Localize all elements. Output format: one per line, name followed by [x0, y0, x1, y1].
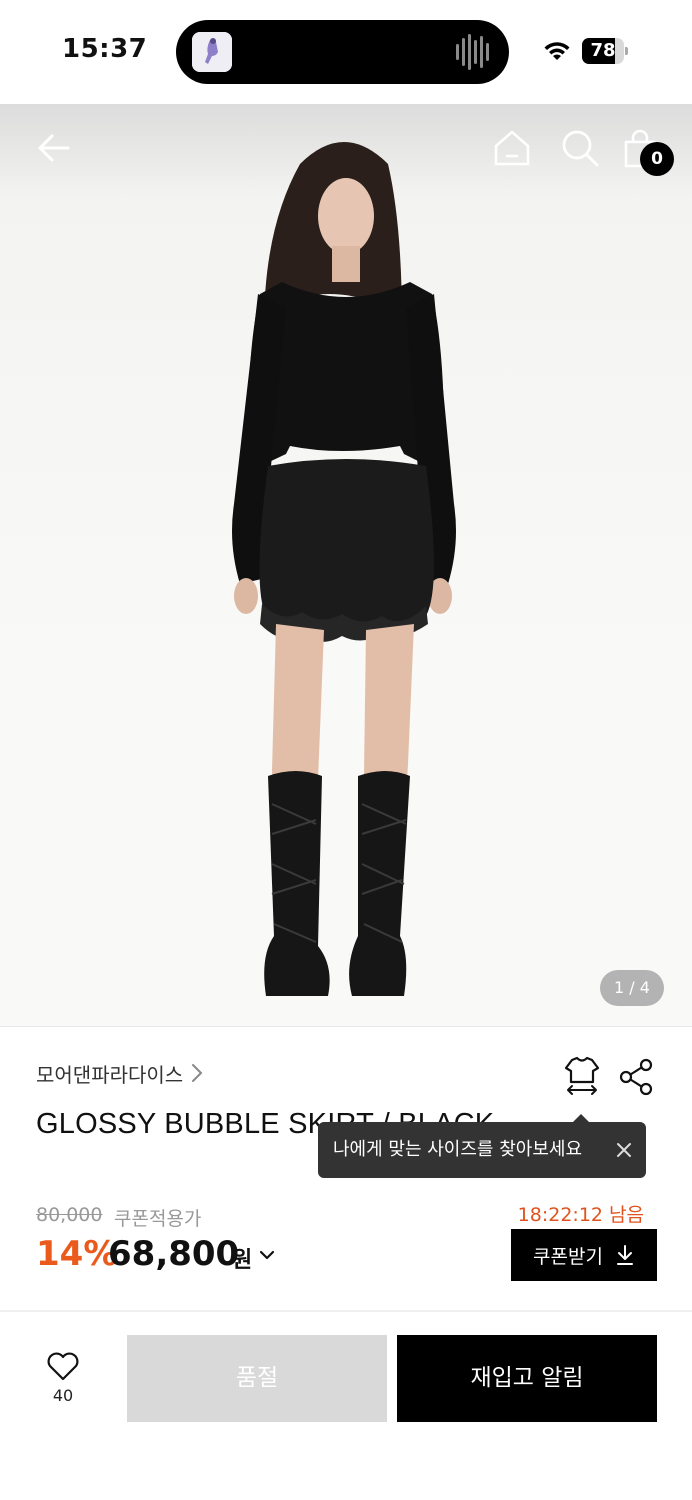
close-icon[interactable] — [614, 1140, 634, 1160]
search-icon[interactable] — [558, 126, 602, 170]
tshirt-size-icon[interactable] — [562, 1056, 602, 1096]
brand-link[interactable]: 모어댄파라다이스 — [36, 1058, 205, 1088]
like-button[interactable]: 40 — [36, 1350, 90, 1414]
currency-unit: 원 — [232, 1248, 253, 1273]
back-icon[interactable] — [32, 126, 76, 170]
divider — [0, 1026, 692, 1027]
sale-price: 68,800 — [108, 1234, 240, 1274]
cart-count-badge[interactable]: 0 — [640, 142, 674, 176]
heart-icon — [47, 1352, 79, 1381]
soldout-button: 품절 — [127, 1335, 387, 1422]
tooltip-text: 나에게 맞는 사이즈를 찾아보세요 — [333, 1139, 583, 1160]
brand-name[interactable]: 모어댄파라다이스 — [36, 1059, 183, 1088]
battery-indicator: 78 — [582, 38, 628, 64]
home-icon[interactable] — [490, 126, 534, 170]
product-image-gallery[interactable]: 0 1 / 4 — [0, 104, 692, 1026]
restock-alert-button[interactable]: 재입고 알림 — [397, 1335, 657, 1422]
dynamic-island[interactable] — [176, 20, 509, 84]
chevron-right-icon — [192, 1064, 203, 1082]
status-bar: 15:37 78 — [0, 0, 692, 104]
coupon-price-label: 쿠폰적용가 — [114, 1208, 202, 1230]
get-coupon-button[interactable]: 쿠폰받기 — [511, 1229, 657, 1281]
size-finder-tooltip: 나에게 맞는 사이즈를 찾아보세요 — [318, 1114, 646, 1178]
discount-rate: 14% — [36, 1234, 118, 1274]
share-icon[interactable] — [616, 1056, 656, 1096]
coupon-button-label: 쿠폰받기 — [533, 1245, 603, 1268]
app-thumbnail-icon — [192, 32, 232, 72]
wifi-icon — [544, 42, 570, 60]
chevron-down-icon[interactable] — [258, 1246, 276, 1264]
divider — [0, 1310, 692, 1312]
battery-level: 78 — [590, 40, 616, 61]
download-icon — [616, 1245, 633, 1265]
product-photo — [232, 142, 456, 996]
status-time: 15:37 — [62, 34, 148, 64]
like-count: 40 — [52, 1386, 74, 1405]
gallery-page-indicator: 1 / 4 — [600, 970, 664, 1006]
original-price: 80,000 — [36, 1204, 103, 1226]
countdown-timer: 18:22:12 남음 — [517, 1204, 644, 1226]
audio-waveform-icon — [456, 34, 489, 70]
